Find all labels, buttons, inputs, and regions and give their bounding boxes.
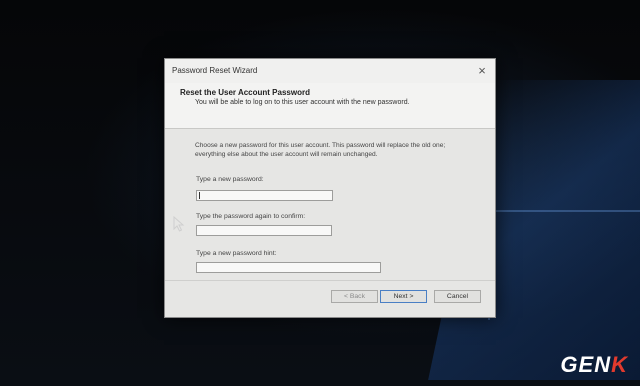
title-bar[interactable]: Password Reset Wizard ×: [165, 59, 495, 83]
close-icon[interactable]: ×: [471, 61, 493, 81]
password-hint-label: Type a new password hint:: [196, 250, 277, 257]
watermark-accent-letter: K: [611, 352, 628, 377]
wizard-footer: < Back Next > Cancel: [165, 280, 495, 317]
new-password-field[interactable]: [196, 190, 333, 201]
password-reset-dialog: Password Reset Wizard × Reset the User A…: [164, 58, 496, 318]
wizard-header: Reset the User Account Password You will…: [165, 83, 495, 129]
password-hint-field[interactable]: [196, 262, 381, 273]
page-subtitle: You will be able to log on to this user …: [195, 99, 410, 106]
windows-logo-panes: [488, 120, 640, 320]
text-caret: [199, 192, 200, 199]
instructions-text: Choose a new password for this user acco…: [195, 142, 446, 158]
confirm-password-field[interactable]: [196, 225, 332, 236]
new-password-label: Type a new password:: [196, 176, 264, 183]
page-title: Reset the User Account Password: [180, 88, 310, 97]
mouse-pointer-icon: [173, 216, 185, 232]
window-title: Password Reset Wizard: [172, 66, 258, 75]
watermark-text: GEN: [560, 352, 612, 377]
confirm-password-label: Type the password again to confirm:: [196, 213, 306, 220]
back-button[interactable]: < Back: [331, 290, 378, 303]
cancel-button[interactable]: Cancel: [434, 290, 481, 303]
genk-watermark-logo: GENK: [560, 352, 628, 378]
next-button[interactable]: Next >: [380, 290, 427, 303]
